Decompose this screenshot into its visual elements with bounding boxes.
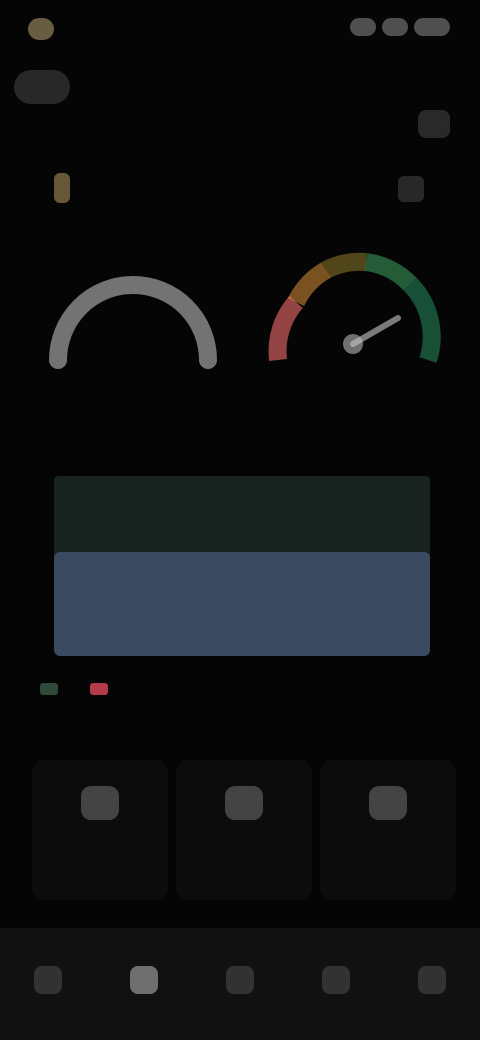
wifi-icon xyxy=(382,18,408,36)
header xyxy=(0,56,480,156)
scale-gauge xyxy=(268,252,441,363)
status-right xyxy=(350,18,450,36)
chart-card[interactable] xyxy=(40,432,436,680)
device-icon xyxy=(226,966,254,994)
chart-band-lower xyxy=(54,552,430,656)
nav-profile[interactable] xyxy=(394,946,470,1022)
device-row[interactable] xyxy=(54,168,434,208)
chart-legend xyxy=(40,676,130,702)
chart-icon xyxy=(81,786,119,820)
settings-icon xyxy=(322,966,350,994)
chevron-icon[interactable] xyxy=(398,176,424,202)
legend-swatch-green xyxy=(40,683,58,695)
scale-segment xyxy=(268,296,304,362)
scale-segment xyxy=(287,262,331,307)
tile-3[interactable] xyxy=(320,760,456,900)
ring-arc xyxy=(49,276,217,369)
gauge-card-left[interactable] xyxy=(28,232,238,412)
tile-2[interactable] xyxy=(176,760,312,900)
gauge-card-right[interactable] xyxy=(248,232,458,412)
nav-stats[interactable] xyxy=(106,946,182,1022)
back-button[interactable] xyxy=(14,70,70,104)
status-bar xyxy=(0,0,480,56)
nav-home[interactable] xyxy=(10,946,86,1022)
scale-segment xyxy=(364,253,417,291)
settings-icon[interactable] xyxy=(418,110,450,138)
nav-device[interactable] xyxy=(202,946,278,1022)
chart-labels xyxy=(40,444,436,464)
device-icon xyxy=(54,173,70,203)
status-left xyxy=(28,18,62,40)
nav-settings[interactable] xyxy=(298,946,374,1022)
signal-icon xyxy=(350,18,376,36)
profile-icon xyxy=(418,966,446,994)
tile-1[interactable] xyxy=(32,760,168,900)
battery-icon xyxy=(414,18,450,36)
status-app-icon xyxy=(28,18,54,40)
legend-swatch-red xyxy=(90,683,108,695)
stat-tiles xyxy=(32,760,456,900)
app-screen xyxy=(0,0,480,1040)
home-icon xyxy=(34,966,62,994)
ring-gauge xyxy=(49,276,217,369)
needle-hub xyxy=(343,334,363,354)
scale-segment xyxy=(403,277,441,363)
bell-icon xyxy=(225,786,263,820)
scale-segment xyxy=(321,252,367,279)
chart-icon xyxy=(130,966,158,994)
user-icon xyxy=(369,786,407,820)
bottom-nav xyxy=(0,928,480,1040)
